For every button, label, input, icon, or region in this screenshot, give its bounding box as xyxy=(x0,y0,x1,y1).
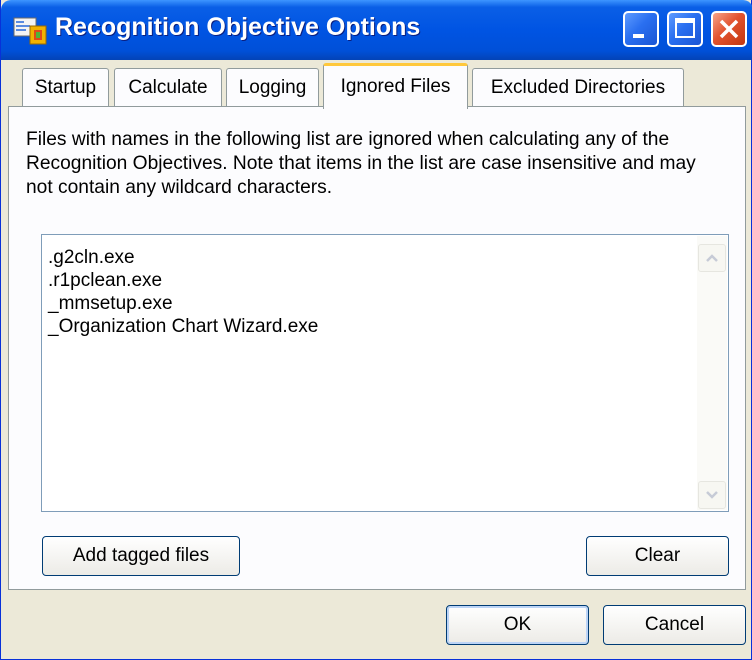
tab-startup[interactable]: Startup xyxy=(22,68,109,106)
scroll-up-arrow-icon xyxy=(706,254,718,262)
ok-button[interactable]: OK xyxy=(446,605,589,645)
list-item[interactable]: .r1pclean.exe xyxy=(48,270,162,292)
tab-calculate[interactable]: Calculate xyxy=(114,68,222,106)
options-app-icon xyxy=(13,17,47,45)
minimize-icon xyxy=(633,34,644,38)
scroll-down-arrow-icon xyxy=(706,491,718,499)
maximize-button[interactable] xyxy=(667,11,703,47)
cancel-button[interactable]: Cancel xyxy=(603,605,746,645)
scroll-up-button[interactable] xyxy=(698,244,726,272)
list-item[interactable]: _Organization Chart Wizard.exe xyxy=(48,316,318,338)
vertical-scrollbar[interactable] xyxy=(697,236,727,510)
dialog-window: Recognition Objective Options Startup Ca… xyxy=(0,0,752,660)
tab-ignored-files[interactable]: Ignored Files xyxy=(323,63,468,109)
tab-logging[interactable]: Logging xyxy=(226,68,319,106)
tab-excluded-directories[interactable]: Excluded Directories xyxy=(472,68,684,106)
ignored-files-list[interactable]: .g2cln.exe .r1pclean.exe _mmsetup.exe _O… xyxy=(41,234,729,512)
list-item[interactable]: .g2cln.exe xyxy=(48,247,135,269)
description-text: Files with names in the following list a… xyxy=(26,129,696,198)
minimize-button[interactable] xyxy=(623,11,659,47)
close-icon xyxy=(719,19,739,39)
add-tagged-files-button[interactable]: Add tagged files xyxy=(42,536,240,576)
list-item[interactable]: _mmsetup.exe xyxy=(48,293,173,315)
close-button[interactable] xyxy=(711,11,747,47)
title-bar[interactable]: Recognition Objective Options xyxy=(1,0,752,60)
maximize-icon xyxy=(675,18,695,38)
window-title: Recognition Objective Options xyxy=(55,13,421,41)
clear-button[interactable]: Clear xyxy=(586,536,729,576)
scroll-down-button[interactable] xyxy=(698,481,726,509)
